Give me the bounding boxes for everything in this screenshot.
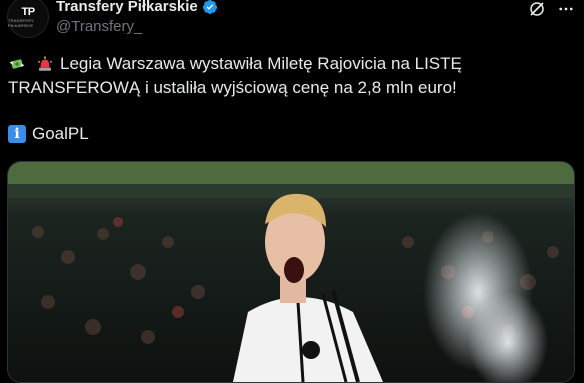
tweet-text: Legia Warszawa wystawiła Miletę Rajovici… — [8, 52, 568, 100]
police-light-icon — [38, 56, 52, 71]
tweet-line-1-text: Legia Warszawa wystawiła Miletę Rajovici… — [60, 54, 462, 73]
avatar[interactable]: TP TRANSFERY PIŁKARSKIE — [7, 0, 49, 38]
grok-icon[interactable] — [528, 0, 546, 18]
avatar-logo-subtext: TRANSFERY PIŁKARSKIE — [8, 17, 34, 28]
tweet-photo[interactable] — [7, 161, 575, 383]
handle[interactable]: @Transfery_ — [56, 18, 142, 35]
more-options-icon[interactable] — [557, 0, 575, 18]
verified-badge-icon — [202, 0, 217, 14]
source-line: i GoalPL — [8, 124, 89, 144]
tweet-line-2: TRANSFEROWĄ i ustaliła wyjściową cenę na… — [8, 76, 568, 100]
money-with-wings-icon — [9, 59, 25, 69]
info-icon: i — [8, 125, 26, 143]
display-name[interactable]: Transfery Piłkarskie — [56, 0, 198, 15]
tweet-line-2-text: TRANSFEROWĄ i ustaliła wyjściową cenę na… — [8, 78, 457, 97]
photo-illustration — [8, 162, 574, 382]
tweet-line-1: Legia Warszawa wystawiła Miletę Rajovici… — [8, 52, 568, 76]
name-row: Transfery Piłkarskie — [56, 0, 218, 15]
avatar-logo-text: TP — [21, 5, 35, 18]
source-text: GoalPL — [32, 124, 89, 143]
